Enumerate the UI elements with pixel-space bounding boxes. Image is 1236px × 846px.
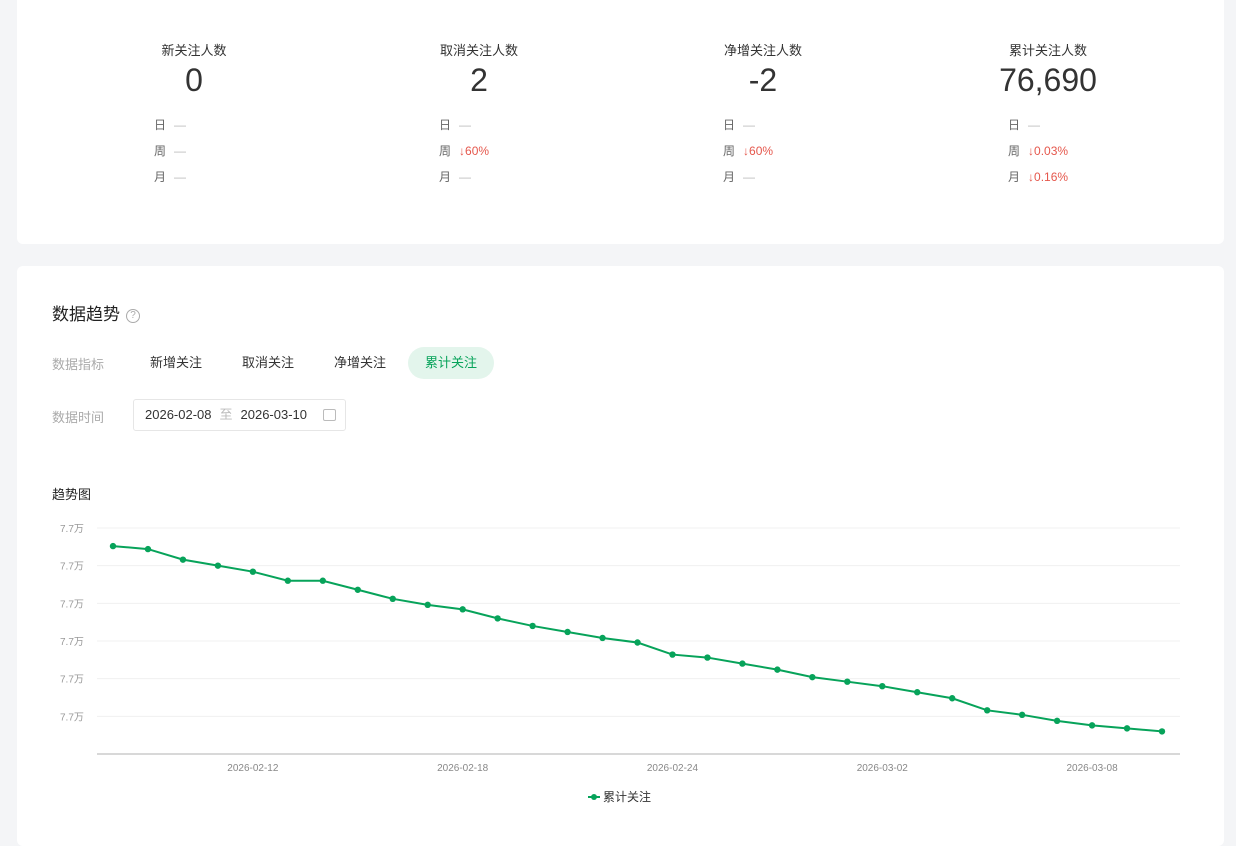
series-line: [112, 545, 1163, 733]
data-point[interactable]: [109, 542, 117, 550]
data-point[interactable]: [144, 545, 152, 553]
data-point[interactable]: [1088, 722, 1096, 729]
data-point[interactable]: [669, 651, 676, 658]
y-tick-label: 7.7万: [60, 637, 84, 648]
data-point[interactable]: [599, 634, 606, 642]
y-tick-label: 7.7万: [60, 675, 84, 686]
data-point[interactable]: [179, 556, 187, 563]
data-point[interactable]: [459, 606, 466, 613]
data-point[interactable]: [983, 707, 991, 714]
trend-chart: 7.7万 7.7万 7.7万 7.7万 7.7万 7.7万 2026-02-12 2026-0…: [60, 524, 1180, 804]
data-point[interactable]: [249, 568, 257, 575]
data-point[interactable]: [424, 601, 431, 609]
data-point[interactable]: [1053, 717, 1061, 725]
data-point[interactable]: [774, 666, 781, 673]
data-point[interactable]: [879, 683, 886, 690]
data-point[interactable]: [914, 689, 921, 696]
data-point[interactable]: [949, 695, 956, 702]
x-tick-label: 2026-02-12: [227, 763, 279, 774]
y-tick-label: 7.7万: [60, 599, 84, 610]
data-point[interactable]: [704, 654, 711, 661]
legend-dot-icon: [591, 794, 597, 800]
data-point[interactable]: [214, 562, 222, 569]
data-point[interactable]: [634, 639, 641, 646]
data-point[interactable]: [1018, 711, 1026, 719]
data-point[interactable]: [389, 595, 396, 603]
data-point[interactable]: [739, 660, 746, 667]
data-point[interactable]: [809, 673, 816, 681]
data-point[interactable]: [1158, 728, 1166, 735]
y-tick-label: 7.7万: [60, 562, 84, 573]
data-point[interactable]: [319, 577, 326, 584]
data-point[interactable]: [284, 577, 292, 584]
data-point[interactable]: [529, 622, 536, 630]
x-tick-label: 2026-02-18: [437, 763, 489, 774]
data-point[interactable]: [844, 678, 851, 685]
data-point[interactable]: [494, 615, 501, 622]
x-tick-label: 2026-03-08: [1066, 763, 1118, 774]
y-tick-label: 7.7万: [60, 712, 84, 723]
legend-label[interactable]: 累计关注: [603, 789, 651, 804]
data-point[interactable]: [564, 628, 571, 636]
data-point[interactable]: [1123, 725, 1131, 732]
x-tick-label: 2026-03-02: [857, 763, 909, 774]
y-tick-label: 7.7万: [60, 524, 84, 535]
x-tick-label: 2026-02-24: [647, 763, 699, 774]
data-point[interactable]: [354, 586, 361, 593]
